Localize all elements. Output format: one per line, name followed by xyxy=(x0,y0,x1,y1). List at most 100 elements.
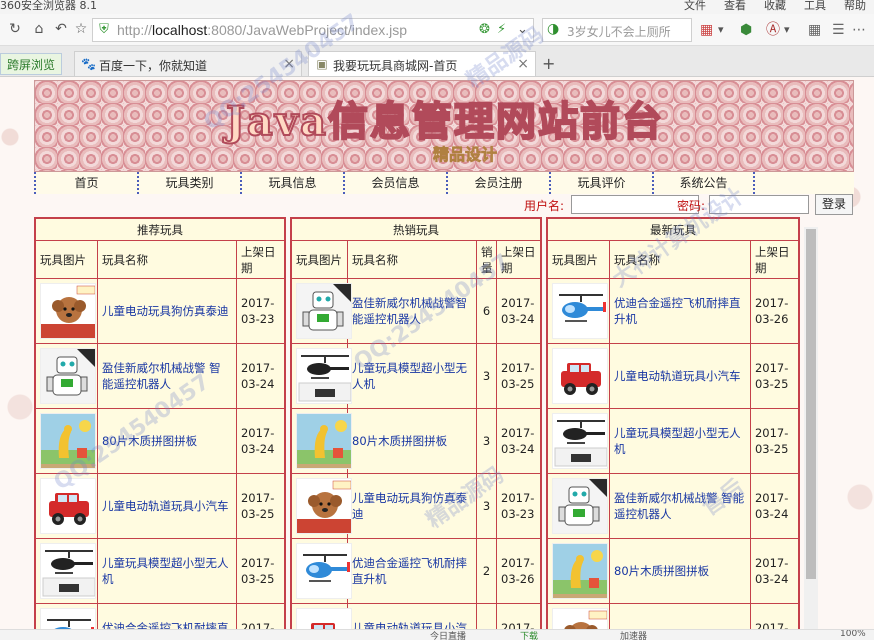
menu-bar: 文件 查看 收藏 工具 帮助 xyxy=(684,0,866,13)
toy-name-link[interactable]: 儿童玩具模型超小型无人机 xyxy=(609,408,751,474)
chevron-down-icon[interactable]: ▾ xyxy=(718,22,724,38)
toy-name-link[interactable]: 儿童电动玩具狗仿真泰迪 xyxy=(347,473,477,539)
toy-image[interactable] xyxy=(296,283,352,339)
list-menu-icon[interactable]: ☰ xyxy=(832,22,845,38)
panel-title: 热销玩具 xyxy=(291,218,541,241)
table-row: 儿童电动轨道玩具小汽车 2017-03-25 xyxy=(547,343,799,409)
home-icon[interactable]: ⌂ xyxy=(30,20,48,38)
chevron-down-icon[interactable]: ▾ xyxy=(784,22,790,38)
tab-baidu[interactable]: 🐾 百度一下，你就知道 × xyxy=(74,51,302,76)
column-header: 上架日期 xyxy=(749,240,799,279)
toy-image[interactable] xyxy=(40,478,96,534)
nav-announcements[interactable]: 系统公告 xyxy=(652,172,755,194)
url-input[interactable]: ⛨ http://localhost:8080/JavaWebProject/i… xyxy=(92,18,534,42)
grid-menu-icon[interactable]: ▦ xyxy=(808,22,821,38)
menu-view[interactable]: 查看 xyxy=(724,0,746,13)
undo-icon[interactable]: ↶ xyxy=(52,20,70,38)
panel-title: 推荐玩具 xyxy=(35,218,285,241)
toy-image[interactable] xyxy=(40,413,96,469)
table-row: 盈佳新威尔机械战警 智能遥控机器人 2017-03-24 xyxy=(35,343,285,409)
toy-name-link[interactable]: 优迪合金遥控飞机耐摔直升机 xyxy=(347,538,477,604)
toy-name-link[interactable]: 盈佳新威尔机械战警 智能遥控机器人 xyxy=(609,473,751,539)
search-input[interactable]: 3岁女儿不会上厕所 xyxy=(567,23,671,40)
toy-date: 2017-03-25 xyxy=(235,473,285,539)
toy-name-link[interactable]: 儿童玩具模型超小型无人机 xyxy=(347,343,477,409)
nav-toy-categories[interactable]: 玩具类别 xyxy=(137,172,240,194)
toy-name-link[interactable]: 优迪合金遥控飞机耐摔直升机 xyxy=(609,278,751,344)
login-button[interactable]: 登录 xyxy=(815,194,853,215)
toy-name-link[interactable]: 80片木质拼图拼板 xyxy=(609,538,751,604)
plugin-icon[interactable]: ⬢ xyxy=(740,22,752,38)
more-icon[interactable]: ⋯ xyxy=(852,22,866,38)
toy-date: 2017-03-23 xyxy=(496,473,541,539)
toy-name-link[interactable]: 儿童电动轨道玩具小汽车 xyxy=(97,473,237,539)
lightning-icon[interactable]: ⚡ xyxy=(497,22,506,38)
toy-image[interactable] xyxy=(296,413,352,469)
table-row: 80片木质拼图拼板 2017-03-24 xyxy=(35,408,285,474)
status-accelerator[interactable]: 加速器 xyxy=(620,630,647,640)
nav-member-info[interactable]: 会员信息 xyxy=(343,172,446,194)
toy-date: 2017-03-25 xyxy=(235,538,285,604)
site-subtitle: 精品设计 xyxy=(432,145,498,165)
new-tab-button[interactable]: + xyxy=(542,54,555,73)
column-header: 销量 xyxy=(476,240,497,279)
close-icon[interactable]: × xyxy=(283,56,295,72)
star-icon[interactable]: ☆ xyxy=(72,20,90,38)
column-header: 玩具名称 xyxy=(97,240,237,279)
nav-toy-reviews[interactable]: 玩具评价 xyxy=(549,172,652,194)
status-zoom[interactable]: 100% xyxy=(840,630,866,639)
chevron-down-icon[interactable]: ⌄ xyxy=(517,22,528,38)
toy-date: 2017-03-25 xyxy=(496,343,541,409)
status-download[interactable]: 下载 xyxy=(520,630,538,640)
toy-image[interactable] xyxy=(296,348,352,404)
toy-date: 2017-03-25 xyxy=(749,343,799,409)
menu-favorites[interactable]: 收藏 xyxy=(764,0,786,13)
status-live[interactable]: 今日直播 xyxy=(430,630,466,640)
table-row: 优迪合金遥控飞机耐摔直升机 2 2017-03-26 xyxy=(291,538,541,604)
window-title: 360安全浏览器 8.1 xyxy=(0,0,97,12)
status-bar: 今日直播 下载 加速器 100% xyxy=(0,629,874,640)
password-input[interactable] xyxy=(709,195,809,214)
toy-image[interactable] xyxy=(40,543,96,599)
toy-name-link[interactable]: 80片木质拼图拼板 xyxy=(97,408,237,474)
toy-image[interactable] xyxy=(296,478,352,534)
toy-name-link[interactable]: 儿童电动玩具狗仿真泰迪 xyxy=(97,278,237,344)
toy-image-cell xyxy=(35,473,98,539)
close-icon[interactable]: × xyxy=(517,56,529,72)
toy-image[interactable] xyxy=(552,478,608,534)
nav-home[interactable]: 首页 xyxy=(34,172,137,194)
search-box[interactable]: ◑ 3岁女儿不会上厕所 xyxy=(542,18,692,42)
compat-icon[interactable]: ❂ xyxy=(479,22,490,38)
menu-help[interactable]: 帮助 xyxy=(844,0,866,13)
toy-name-link[interactable]: 盈佳新威尔机械战警 智能遥控机器人 xyxy=(97,343,237,409)
toy-table: 热销玩具 玩具图片 玩具名称 销量 上架日期 盈佳新威尔机械战警智能遥控机器人 6 2017-… xyxy=(291,218,541,640)
nav-toy-info[interactable]: 玩具信息 xyxy=(240,172,343,194)
refresh-icon[interactable]: ↻ xyxy=(6,20,24,38)
toy-name-link[interactable]: 儿童电动轨道玩具小汽车 xyxy=(609,343,751,409)
toy-image[interactable] xyxy=(552,543,608,599)
toy-image[interactable] xyxy=(40,283,96,339)
toy-image[interactable] xyxy=(552,413,608,469)
toy-image-cell xyxy=(291,408,352,474)
toy-image[interactable] xyxy=(40,348,96,404)
menu-tools[interactable]: 工具 xyxy=(804,0,826,13)
toy-name-link[interactable]: 儿童玩具模型超小型无人机 xyxy=(97,538,237,604)
toy-image[interactable] xyxy=(552,348,608,404)
menu-file[interactable]: 文件 xyxy=(684,0,706,13)
translate-icon[interactable]: Ⓐ xyxy=(766,22,780,38)
cross-screen-button[interactable]: 跨屏浏览 xyxy=(0,53,63,75)
toy-name-link[interactable]: 80片木质拼图拼板 xyxy=(347,408,477,474)
shield-icon: ⛨ xyxy=(99,22,109,37)
column-header: 玩具图片 xyxy=(35,240,98,279)
toy-image[interactable] xyxy=(296,543,352,599)
toy-image[interactable] xyxy=(552,283,608,339)
scrollbar-thumb[interactable] xyxy=(806,229,816,579)
apps-grid-icon[interactable]: ▦ xyxy=(700,22,713,38)
window-titlebar: 360安全浏览器 8.1 文件 查看 收藏 工具 帮助 xyxy=(0,0,874,14)
search-engine-icon[interactable]: ◑ xyxy=(547,21,559,37)
tab-toy-shop[interactable]: ▣ 我要玩玩具商城网-首页 × xyxy=(308,51,536,76)
nav-member-register[interactable]: 会员注册 xyxy=(446,172,549,194)
toy-name-link[interactable]: 盈佳新威尔机械战警智能遥控机器人 xyxy=(347,278,477,344)
toy-date: 2017-03-26 xyxy=(496,538,541,604)
vertical-scrollbar[interactable] xyxy=(804,227,818,633)
